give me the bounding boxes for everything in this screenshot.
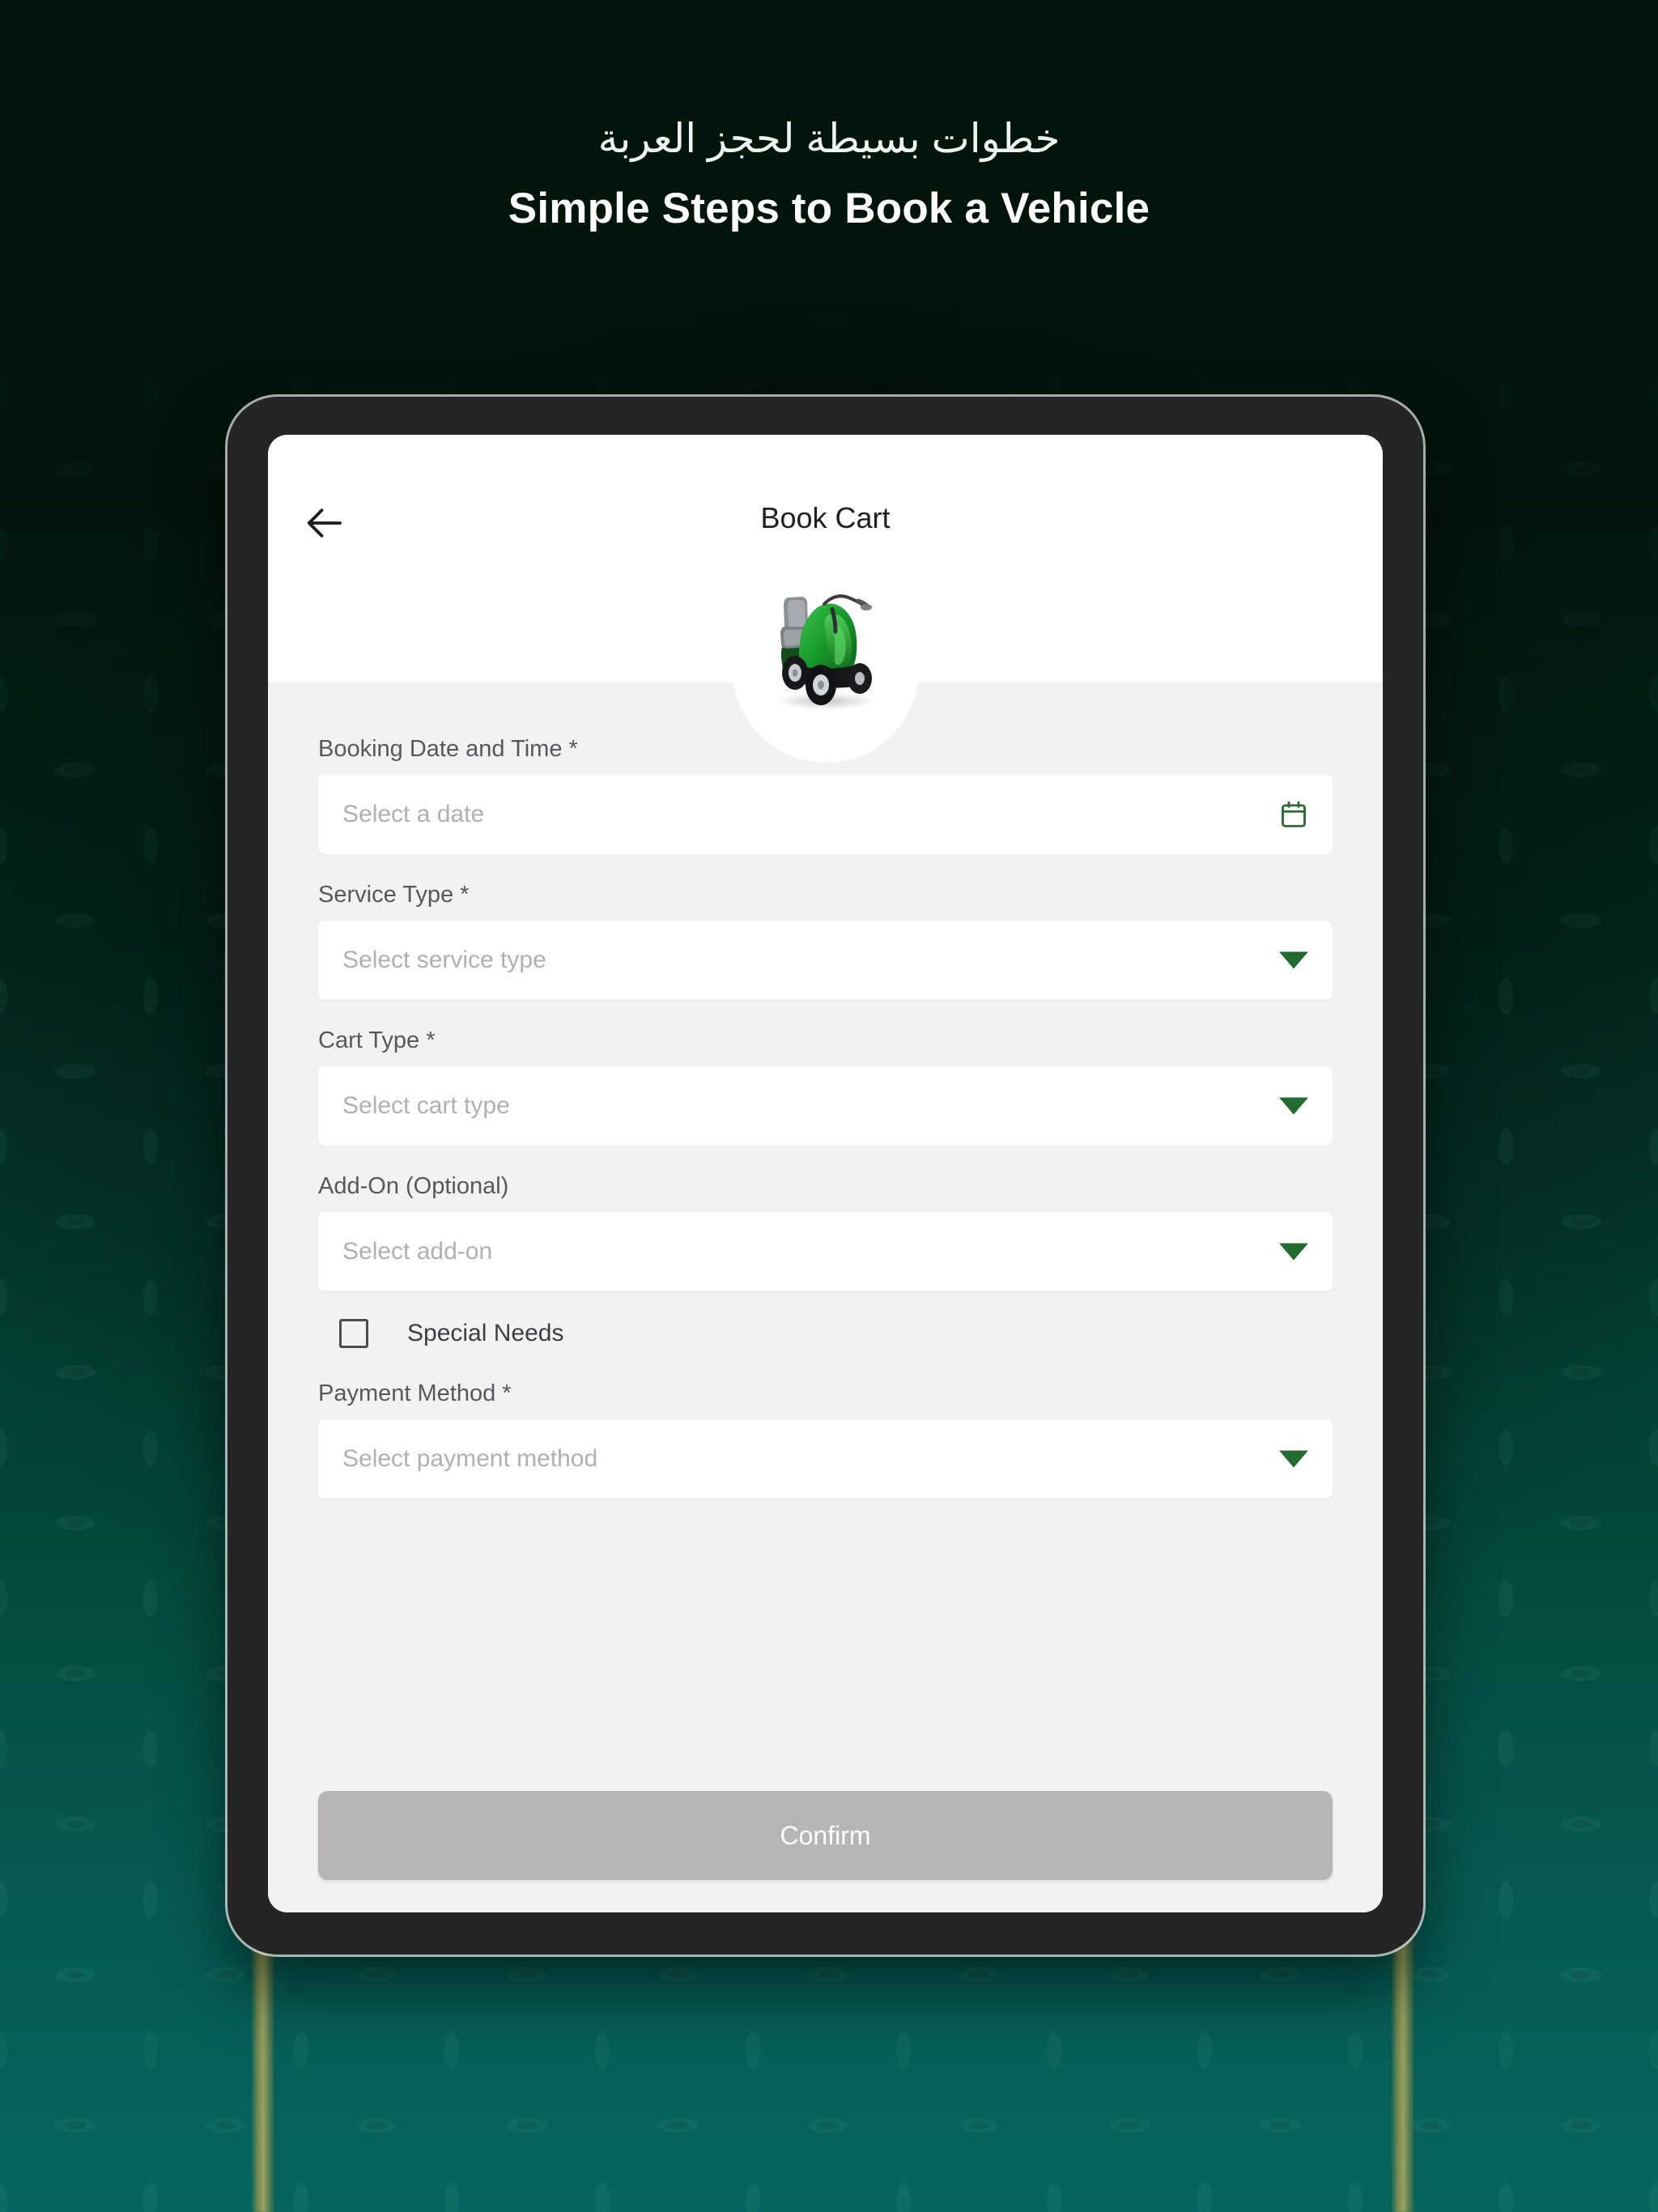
required-marker: *	[426, 1027, 436, 1053]
field-label-cart-type: Cart Type *	[318, 1027, 1333, 1054]
booking-date-input[interactable]: Select a date	[318, 775, 1333, 854]
field-label-text: Payment Method	[318, 1380, 496, 1406]
field-label-text: Add-On (Optional)	[318, 1173, 509, 1199]
add-on-placeholder: Select add-on	[342, 1238, 493, 1265]
tablet-device-frame: Book Cart Booking Date and Time * Select…	[227, 397, 1423, 1955]
field-label-text: Booking Date and Time	[318, 736, 563, 762]
required-marker: *	[460, 882, 470, 908]
heading-arabic: خطوات بسيطة لحجز العربة	[597, 116, 1061, 161]
service-type-placeholder: Select service type	[342, 946, 546, 973]
confirm-button[interactable]: Confirm	[318, 1791, 1333, 1880]
booking-date-placeholder: Select a date	[342, 801, 485, 827]
cart-type-select[interactable]: Select cart type	[318, 1066, 1333, 1146]
chevron-down-icon[interactable]	[1279, 951, 1308, 969]
special-needs-checkbox[interactable]	[339, 1319, 368, 1348]
cart-type-placeholder: Select cart type	[342, 1092, 510, 1119]
special-needs-checkbox-row[interactable]: Special Needs	[318, 1319, 1333, 1348]
field-label-text: Cart Type	[318, 1027, 420, 1053]
tablet-stand-leg-left	[251, 1935, 274, 2212]
field-label-service-type: Service Type *	[318, 882, 1333, 908]
payment-method-select[interactable]: Select payment method	[318, 1419, 1333, 1499]
page-title: Book Cart	[760, 501, 891, 534]
heading-english: Simple Steps to Book a Vehicle	[508, 184, 1150, 232]
field-label-text: Service Type	[318, 882, 454, 908]
booking-form: Booking Date and Time * Select a date Se…	[268, 683, 1383, 1912]
chevron-down-icon[interactable]	[1279, 1243, 1308, 1261]
app-header: Book Cart	[268, 435, 1383, 763]
field-label-payment-method: Payment Method *	[318, 1380, 1333, 1407]
scooter-hero-image	[775, 594, 876, 710]
required-marker: *	[502, 1380, 512, 1406]
chevron-down-icon[interactable]	[1279, 1097, 1308, 1115]
special-needs-label: Special Needs	[407, 1320, 564, 1346]
payment-method-placeholder: Select payment method	[342, 1445, 598, 1472]
field-label-add-on: Add-On (Optional)	[318, 1173, 1333, 1200]
service-type-select[interactable]: Select service type	[318, 921, 1333, 1000]
calendar-icon[interactable]	[1279, 799, 1308, 830]
tablet-screen: Book Cart Booking Date and Time * Select…	[268, 435, 1383, 1912]
required-marker: *	[568, 736, 578, 762]
page-headings: خطوات بسيطة لحجز العربة Simple Steps to …	[0, 113, 1658, 233]
add-on-select[interactable]: Select add-on	[318, 1212, 1333, 1291]
chevron-down-icon[interactable]	[1279, 1450, 1308, 1468]
tablet-stand-leg-right	[1391, 1935, 1414, 2212]
